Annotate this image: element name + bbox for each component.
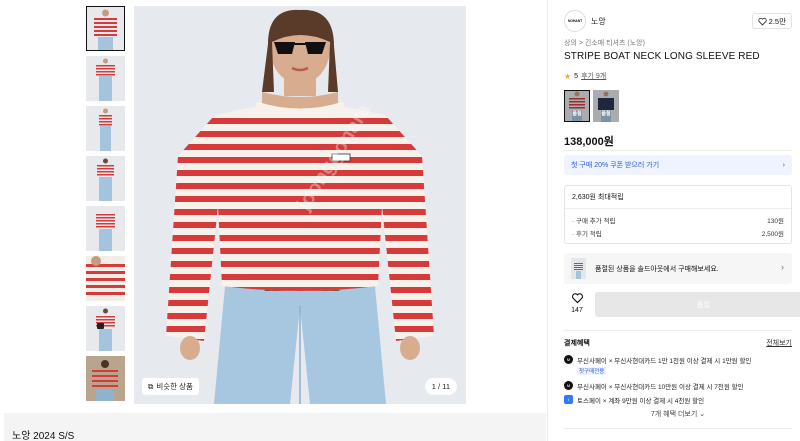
image-page-indicator: 1 / 11 <box>424 378 457 395</box>
points-row: · 구매 추가 적립 130원 <box>572 215 784 225</box>
divider <box>565 208 791 209</box>
color-option-status: 품절 <box>601 111 611 117</box>
points-row-label: · 구매 추가 적립 <box>572 218 616 225</box>
section-title: 노앙 2024 S/S <box>12 431 75 441</box>
brand-logo[interactable]: NOHANT <box>564 10 586 32</box>
view-all-link[interactable]: 전체보기 <box>766 338 792 348</box>
thumbnail[interactable] <box>86 56 125 101</box>
section-band <box>4 413 546 441</box>
chevron-right-icon: › <box>781 262 784 272</box>
points-header: 2,630원 최대적립 <box>572 194 624 201</box>
heart-icon <box>571 293 583 304</box>
thumbnail[interactable] <box>86 306 125 351</box>
color-options: 품절 품절 <box>564 90 619 122</box>
product-price: 138,000원 <box>564 136 614 148</box>
benefit-text: 토스페이 × 계좌 9만원 이상 결제 시 4천원 할인 <box>577 398 705 405</box>
points-row-value: 130원 <box>767 218 784 225</box>
similar-products-label: 비슷한 상품 <box>156 382 193 391</box>
buy-button[interactable]: 품절 <box>595 292 800 317</box>
points-row-value: 2,500원 <box>761 231 784 238</box>
benefit-badge: 첫구매전용 <box>577 367 607 375</box>
color-option-status: 품절 <box>572 111 582 117</box>
similar-products-button[interactable]: ⧉ 비슷한 상품 <box>142 378 199 395</box>
chevron-right-icon: › <box>782 161 785 169</box>
benefit-text: 무신사페이 × 무신사현대카드 1만 1천원 이상 결제 시 1만원 할인 <box>577 358 752 365</box>
soldout-banner[interactable]: 품절된 상품을 솔드아웃에서 구매해보세요. › <box>564 253 792 284</box>
divider <box>564 428 792 429</box>
star-icon: ★ <box>564 71 572 81</box>
brand-like-count: 2.5만 <box>768 16 786 26</box>
soldout-text: 품절된 상품을 솔드아웃에서 구매해보세요. <box>595 266 719 273</box>
toss-pay-icon: t <box>564 395 573 404</box>
chevron-down-icon: ⌄ <box>699 411 706 418</box>
color-option-red[interactable]: 품절 <box>564 90 590 122</box>
coupon-text: 첫 구매 20% 쿠폰 받으러 가기 <box>571 162 660 169</box>
divider <box>564 330 792 331</box>
divider <box>564 150 792 151</box>
rating-value: 5 <box>574 72 579 80</box>
thumbnail[interactable] <box>86 106 125 151</box>
wishlist-count: 147 <box>571 307 583 314</box>
thumbnail[interactable] <box>86 156 125 201</box>
color-option-navy[interactable]: 품절 <box>593 90 619 122</box>
product-name: STRIPE BOAT NECK LONG SLEEVE RED <box>564 51 760 62</box>
benefit-item[interactable]: M 무신사페이 × 무신사현대카드 1만 1천원 이상 결제 시 1만원 할인 … <box>564 355 751 375</box>
more-benefits-label: 7개 혜택 더보기 <box>650 411 698 418</box>
breadcrumb[interactable]: 상의 > 긴소매 티셔츠 (노앙) <box>564 38 645 48</box>
main-product-image[interactable]: joonggonara ⧉ 비슷한 상품 1 / 11 <box>134 6 466 404</box>
thumbnail[interactable] <box>86 256 125 301</box>
musinsa-pay-icon: M <box>564 381 573 390</box>
rating-row: ★ 5 후기 9개 <box>564 71 606 81</box>
payment-benefits-title: 결제혜택 <box>564 340 590 347</box>
points-row-label: · 후기 적립 <box>572 231 602 238</box>
panel-divider <box>547 0 548 441</box>
heart-icon <box>758 17 767 25</box>
thumbnail[interactable] <box>86 206 125 251</box>
soldout-thumbnail <box>571 258 586 279</box>
more-benefits-button[interactable]: 7개 혜택 더보기 ⌄ <box>564 409 792 419</box>
musinsa-pay-icon: M <box>564 355 573 364</box>
thumbnail[interactable] <box>86 6 125 51</box>
reviews-link[interactable]: 후기 9개 <box>581 71 606 81</box>
benefit-text: 무신사페이 × 무신사현대카드 10만원 이상 결제 시 7천원 할인 <box>577 384 744 391</box>
wishlist-button[interactable]: 147 <box>564 292 590 318</box>
points-row: · 후기 적립 2,500원 <box>572 228 784 238</box>
image-search-icon: ⧉ <box>148 381 154 391</box>
brand-name[interactable]: 노앙 <box>591 16 606 27</box>
points-box: 2,630원 최대적립 · 구매 추가 적립 130원 · 후기 적립 2,50… <box>564 185 792 244</box>
thumbnail[interactable] <box>86 356 125 401</box>
brand-row: NOHANT 노앙 2.5만 <box>564 10 792 32</box>
brand-like-button[interactable]: 2.5만 <box>751 13 792 29</box>
benefit-item[interactable]: t 토스페이 × 계좌 9만원 이상 결제 시 4천원 할인 <box>564 395 704 405</box>
thumbnail-list <box>86 6 125 406</box>
benefit-item[interactable]: M 무신사페이 × 무신사현대카드 10만원 이상 결제 시 7천원 할인 <box>564 381 744 391</box>
coupon-banner[interactable]: 첫 구매 20% 쿠폰 받으러 가기 › <box>564 155 792 175</box>
